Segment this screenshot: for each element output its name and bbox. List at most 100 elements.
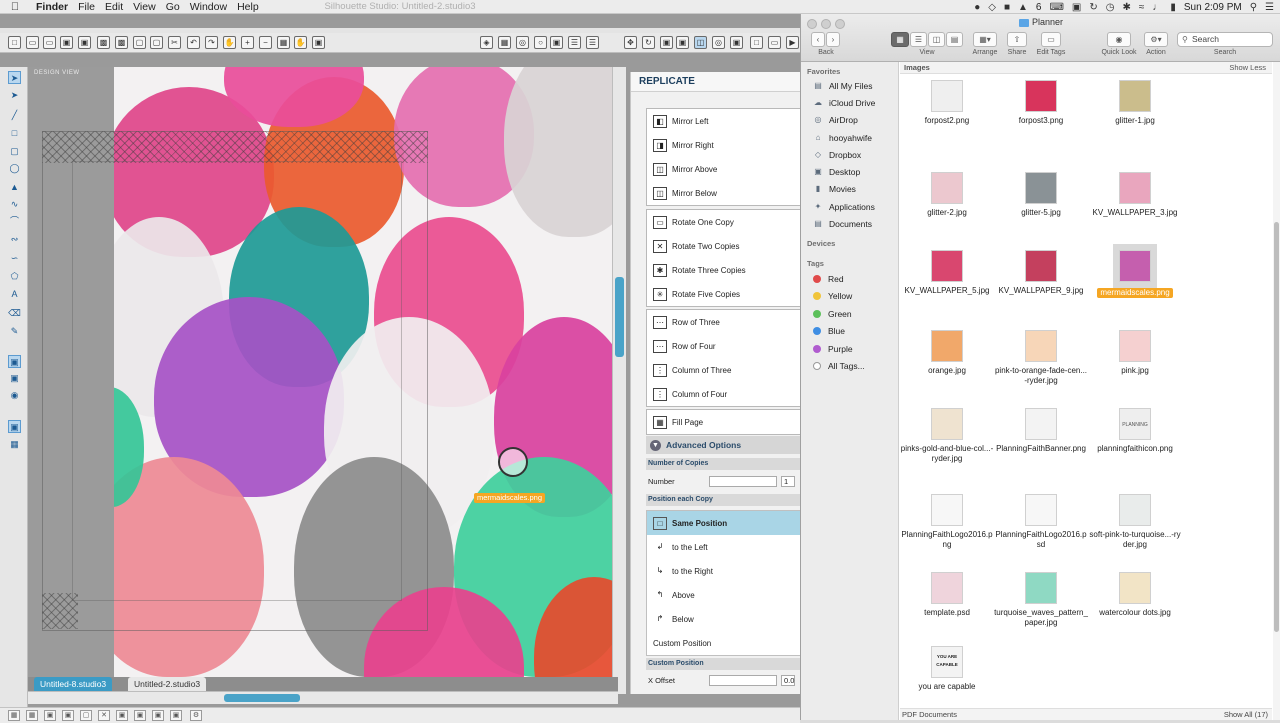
canvas-vertical-scrollbar[interactable] bbox=[612, 67, 626, 694]
copy-icon[interactable]: ▢ bbox=[133, 36, 146, 49]
camera-icon[interactable]: ■ bbox=[1004, 2, 1010, 13]
offset-icon[interactable]: ◎ bbox=[516, 36, 529, 49]
keyboard-icon[interactable]: ⌨ bbox=[1049, 2, 1063, 13]
file-item[interactable]: glitter-2.jpg bbox=[900, 172, 994, 218]
adobe-icon[interactable]: ▲ bbox=[1018, 2, 1028, 13]
column-of-four-button[interactable]: ⋮ Column of Four bbox=[647, 382, 801, 406]
group-icon[interactable]: ▦ bbox=[8, 710, 20, 721]
align-center-icon[interactable]: ☰ bbox=[586, 36, 599, 49]
release-icon[interactable]: ▣ bbox=[62, 710, 74, 721]
file-item[interactable]: PlanningFaithLogo2016.psd bbox=[994, 494, 1088, 550]
settings-gear-icon[interactable]: ⚙ bbox=[190, 710, 202, 721]
sidebar-tag-red[interactable]: Red bbox=[813, 272, 844, 285]
apple-menu-icon[interactable]:  bbox=[0, 1, 30, 13]
arc-tool-icon[interactable]: ⌒ bbox=[8, 215, 21, 228]
file-item[interactable]: pinks-gold-and-blue-col...-ryder.jpg bbox=[900, 408, 994, 464]
volume-icon[interactable]: ♩ bbox=[1152, 2, 1162, 13]
file-item[interactable]: turquoise_waves_pattern_paper.jpg bbox=[994, 572, 1088, 628]
clock[interactable]: Sun 2:09 PM bbox=[1184, 2, 1242, 13]
zoom-select-icon[interactable]: ▦ bbox=[277, 36, 290, 49]
forward-icon[interactable]: ▣ bbox=[152, 710, 164, 721]
move-icon[interactable]: ✥ bbox=[624, 36, 637, 49]
regular-polygon-icon[interactable]: ⬠ bbox=[8, 270, 21, 283]
sidebar-item-icloud-drive[interactable]: ☁ iCloud Drive bbox=[813, 96, 875, 109]
print-icon[interactable]: ▩ bbox=[97, 36, 110, 49]
library-view-icon[interactable]: ◉ bbox=[8, 389, 21, 402]
trace-icon[interactable]: ◈ bbox=[480, 36, 493, 49]
knife-tool-icon[interactable]: ✎ bbox=[8, 325, 21, 338]
design-canvas[interactable]: DESIGN VIEW mermaidscales.png bbox=[28, 67, 618, 677]
display-icon[interactable]: ▣ bbox=[1072, 2, 1081, 13]
mirror-right-button[interactable]: ◨ Mirror Right bbox=[647, 133, 801, 157]
curve-tool-icon[interactable]: ∿ bbox=[8, 198, 21, 211]
file-item[interactable]: pink.jpg bbox=[1088, 330, 1182, 376]
menu-window[interactable]: Window bbox=[190, 1, 237, 13]
same-position-option[interactable]: □ Same Position bbox=[647, 511, 801, 535]
save-as-icon[interactable]: ▣ bbox=[78, 36, 91, 49]
custom-position-option[interactable]: Custom Position bbox=[647, 631, 801, 655]
number-slider[interactable] bbox=[709, 476, 777, 487]
quick-look-button[interactable]: ◉ bbox=[1107, 32, 1131, 47]
fit-page-icon[interactable]: ▣ bbox=[312, 36, 325, 49]
smooth-freehand-icon[interactable]: ∽ bbox=[8, 252, 21, 265]
eraser-tool-icon[interactable]: ⌫ bbox=[8, 307, 21, 320]
canvas-horizontal-scrollbar[interactable] bbox=[28, 691, 618, 704]
page-setup-icon[interactable]: □ bbox=[750, 36, 763, 49]
share-button[interactable]: ⇧ bbox=[1007, 32, 1027, 47]
paste-icon[interactable]: ▢ bbox=[150, 36, 163, 49]
backward-icon[interactable]: ▣ bbox=[170, 710, 182, 721]
fill-color-icon[interactable]: ▣ bbox=[550, 36, 563, 49]
duplicate-icon[interactable]: ▢ bbox=[80, 710, 92, 721]
send-icon[interactable]: ▶ bbox=[786, 36, 799, 49]
scale-icon[interactable]: ▣ bbox=[660, 36, 673, 49]
search-input[interactable]: ⚲ Search bbox=[1177, 32, 1273, 47]
mirror-below-button[interactable]: ◫ Mirror Below bbox=[647, 181, 801, 205]
freehand-tool-icon[interactable]: ∾ bbox=[8, 233, 21, 246]
modify-icon[interactable]: ◎ bbox=[712, 36, 725, 49]
redo-icon[interactable]: ↷ bbox=[205, 36, 218, 49]
show-all-link[interactable]: Show All (17) bbox=[1224, 709, 1268, 721]
library-icon[interactable]: ▭ bbox=[768, 36, 781, 49]
weld-icon[interactable]: ▣ bbox=[730, 36, 743, 49]
fill-page-button[interactable]: ▦ Fill Page bbox=[647, 410, 801, 434]
file-item[interactable]: orange.jpg bbox=[900, 330, 994, 376]
file-item[interactable]: KV_WALLPAPER_3.jpg bbox=[1088, 172, 1182, 218]
x-offset-slider[interactable] bbox=[709, 675, 777, 686]
file-item[interactable]: glitter-5.jpg bbox=[994, 172, 1088, 218]
print-cut-icon[interactable]: ▩ bbox=[115, 36, 128, 49]
notification-icon[interactable]: ☰ bbox=[1265, 2, 1274, 13]
rotate-two-copies-button[interactable]: ✕ Rotate Two Copies bbox=[647, 234, 801, 258]
back-button[interactable]: ‹ bbox=[811, 32, 825, 47]
line-style-icon[interactable]: ○ bbox=[534, 36, 547, 49]
zoom-out-icon[interactable]: − bbox=[259, 36, 272, 49]
pan-icon[interactable]: ✋ bbox=[223, 36, 236, 49]
action-button[interactable]: ⚙▾ bbox=[1144, 32, 1168, 47]
above-option[interactable]: ↰ Above bbox=[647, 583, 801, 607]
cut-icon[interactable]: ✂ bbox=[168, 36, 181, 49]
rotate-three-copies-button[interactable]: ✱ Rotate Three Copies bbox=[647, 258, 801, 282]
sidebar-item-applications[interactable]: ✦ Applications bbox=[813, 200, 875, 213]
rotate-one-copy-button[interactable]: ▭ Rotate One Copy bbox=[647, 210, 801, 234]
design-view-icon[interactable]: ▣ bbox=[8, 355, 21, 368]
wifi-icon[interactable]: ≈ bbox=[1139, 2, 1145, 13]
file-item[interactable]: PLANNING planningfaithicon.png bbox=[1088, 408, 1182, 454]
sidebar-tag-blue[interactable]: Blue bbox=[813, 324, 845, 337]
search-icon[interactable]: ⚲ bbox=[1250, 2, 1257, 13]
file-item[interactable]: template.psd bbox=[900, 572, 994, 618]
text-tool-icon[interactable]: A bbox=[8, 288, 21, 301]
cover-flow-button[interactable]: ▤ bbox=[946, 32, 963, 47]
menu-edit[interactable]: Edit bbox=[105, 1, 133, 13]
row-of-three-button[interactable]: ⋯ Row of Three bbox=[647, 310, 801, 334]
scrollbar-thumb[interactable] bbox=[615, 277, 624, 357]
tab-untitled-8[interactable]: Untitled-8.studio3 bbox=[34, 677, 113, 691]
sidebar-tag-green[interactable]: Green bbox=[813, 307, 852, 320]
sidebar-tag-purple[interactable]: Purple bbox=[813, 342, 853, 355]
show-page-icon[interactable]: ▣ bbox=[8, 420, 21, 433]
rotate-icon[interactable]: ↻ bbox=[642, 36, 655, 49]
finder-scrollbar[interactable] bbox=[1273, 62, 1280, 720]
file-item[interactable]: PlanningFaithLogo2016.png bbox=[900, 494, 994, 550]
save-icon[interactable]: ▣ bbox=[60, 36, 73, 49]
sidebar-all-tags[interactable]: All Tags... bbox=[813, 359, 865, 372]
rectangle-tool-icon[interactable]: □ bbox=[8, 127, 21, 140]
menu-file[interactable]: File bbox=[78, 1, 105, 13]
